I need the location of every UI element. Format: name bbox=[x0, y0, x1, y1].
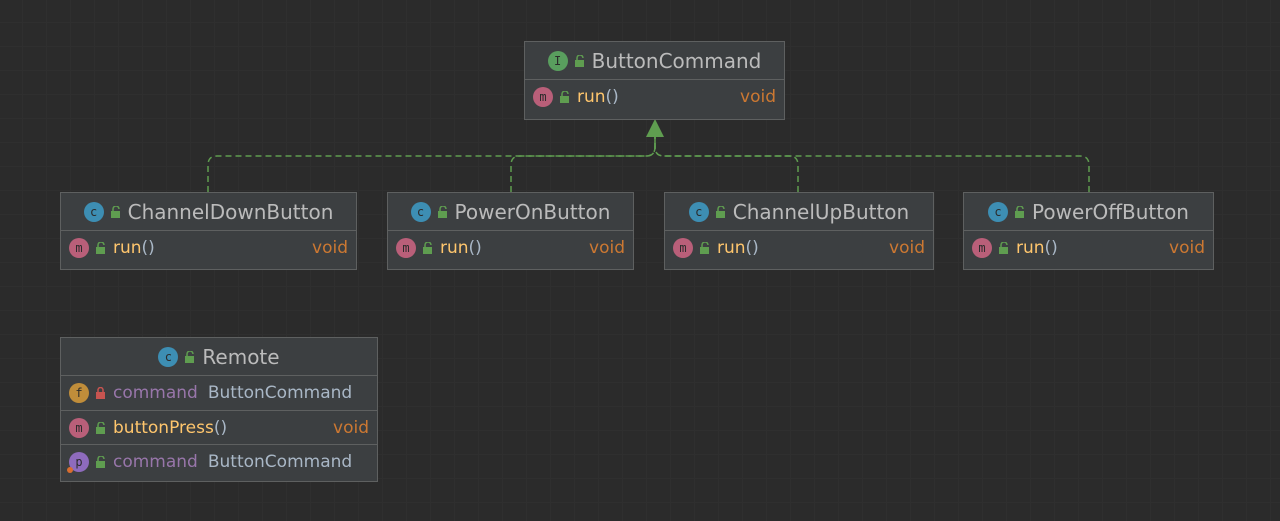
unlocked-icon bbox=[999, 242, 1008, 254]
node-title: ButtonCommand bbox=[591, 48, 762, 73]
node-title: Remote bbox=[202, 344, 280, 369]
edge-channelup-to-buttoncommand bbox=[654, 134, 799, 192]
method-row[interactable]: m run() void bbox=[964, 231, 1213, 265]
node-remote[interactable]: c Remote f command ButtonCommand m butto… bbox=[60, 337, 378, 482]
unlocked-icon bbox=[1015, 205, 1024, 218]
unlocked-icon bbox=[110, 205, 120, 218]
method-return-type: void bbox=[1169, 238, 1205, 258]
unlocked-icon bbox=[700, 242, 709, 254]
method-row[interactable]: m buttonPress() void bbox=[61, 410, 377, 444]
unlocked-icon bbox=[185, 350, 195, 363]
method-row[interactable]: m run() void bbox=[388, 231, 633, 265]
node-poweronbutton[interactable]: c PowerOnButton m run() void bbox=[387, 192, 634, 270]
field-name: command bbox=[113, 383, 198, 403]
unlocked-icon bbox=[96, 455, 105, 468]
method-name: run() bbox=[717, 238, 759, 258]
unlocked-icon bbox=[96, 421, 105, 434]
realization-arrowhead bbox=[646, 119, 664, 137]
field-icon: f bbox=[69, 383, 89, 403]
edge-channeldown-to-buttoncommand bbox=[207, 134, 656, 192]
node-title: ChannelUpButton bbox=[732, 199, 910, 224]
node-header: c ChannelDownButton bbox=[61, 193, 356, 231]
class-icon: c bbox=[688, 201, 709, 222]
class-icon: c bbox=[83, 201, 104, 222]
node-title: PowerOffButton bbox=[1032, 199, 1189, 224]
method-icon: m bbox=[69, 417, 89, 438]
method-icon: m bbox=[396, 238, 416, 258]
method-row[interactable]: m run() void bbox=[665, 231, 933, 265]
method-return-type: void bbox=[312, 238, 348, 258]
node-channelupbutton[interactable]: c ChannelUpButton m run() void bbox=[664, 192, 934, 270]
node-buttoncommand[interactable]: I ButtonCommand m run() void bbox=[524, 41, 785, 120]
node-title: ChannelDownButton bbox=[127, 199, 334, 224]
method-name: run() bbox=[1016, 238, 1058, 258]
method-name: run() bbox=[440, 238, 482, 258]
method-icon: m bbox=[69, 238, 89, 258]
method-return-type: void bbox=[333, 417, 369, 438]
node-poweroffbutton[interactable]: c PowerOffButton m run() void bbox=[963, 192, 1214, 270]
property-row[interactable]: p command ButtonCommand bbox=[61, 444, 377, 478]
unlocked-icon bbox=[574, 54, 584, 67]
method-row[interactable]: m run() void bbox=[525, 80, 784, 114]
method-name: run() bbox=[113, 238, 155, 258]
method-icon: m bbox=[533, 87, 553, 107]
unlocked-icon bbox=[423, 242, 432, 254]
method-return-type: void bbox=[589, 238, 625, 258]
node-header: c PowerOffButton bbox=[964, 193, 1213, 231]
node-title: PowerOnButton bbox=[454, 199, 611, 224]
edge-poweroff-to-buttoncommand bbox=[654, 134, 1090, 192]
class-icon: c bbox=[158, 346, 179, 367]
unlocked-icon bbox=[437, 205, 447, 218]
node-header: c ChannelUpButton bbox=[665, 193, 933, 231]
field-type: ButtonCommand bbox=[207, 383, 353, 403]
field-row[interactable]: f command ButtonCommand bbox=[61, 376, 377, 410]
unlocked-icon bbox=[96, 242, 105, 254]
method-name: buttonPress() bbox=[113, 417, 228, 438]
property-type: ButtonCommand bbox=[207, 451, 353, 472]
class-icon: c bbox=[410, 201, 431, 222]
unlocked-icon bbox=[715, 205, 725, 218]
edge-poweron-to-buttoncommand bbox=[510, 134, 656, 192]
unlocked-icon bbox=[560, 91, 569, 103]
class-icon: c bbox=[988, 201, 1008, 222]
interface-icon: I bbox=[547, 50, 568, 71]
method-name: run() bbox=[577, 87, 619, 107]
node-header: I ButtonCommand bbox=[525, 42, 784, 80]
node-header: c PowerOnButton bbox=[388, 193, 633, 231]
property-icon: p bbox=[67, 451, 89, 473]
method-row[interactable]: m run() void bbox=[61, 231, 356, 265]
method-icon: m bbox=[673, 238, 693, 258]
locked-icon bbox=[96, 387, 105, 399]
method-return-type: void bbox=[889, 238, 925, 258]
method-return-type: void bbox=[740, 87, 776, 107]
method-icon: m bbox=[972, 238, 992, 258]
property-name: command bbox=[113, 451, 198, 472]
node-header: c Remote bbox=[61, 338, 377, 376]
node-channeldownbutton[interactable]: c ChannelDownButton m run() void bbox=[60, 192, 357, 270]
